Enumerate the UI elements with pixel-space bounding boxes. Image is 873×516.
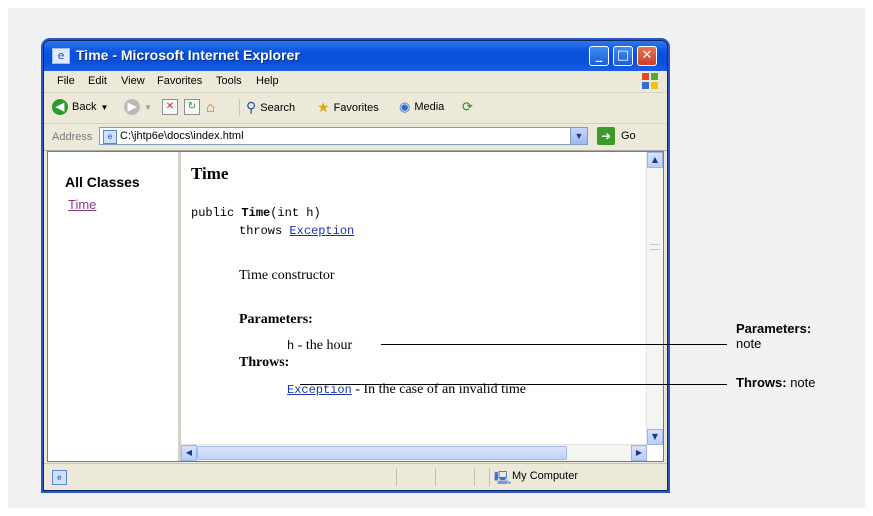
- horizontal-scroll-thumb[interactable]: [197, 446, 567, 460]
- search-label: Search: [260, 101, 296, 114]
- menu-bar: File Edit View Favorites Tools Help: [44, 71, 667, 93]
- media-icon: ◉: [399, 99, 411, 114]
- menu-favorites[interactable]: Favorites: [157, 75, 202, 87]
- menu-tools[interactable]: Tools: [216, 75, 242, 87]
- menu-file[interactable]: File: [57, 75, 75, 87]
- home-icon: ⌂: [206, 99, 216, 116]
- back-button[interactable]: ◀ Back ▼: [52, 99, 108, 115]
- favorites-button[interactable]: ★ Favorites: [317, 99, 379, 116]
- history-icon: ⟳: [462, 99, 473, 114]
- forward-arrow-icon: ▶: [124, 99, 140, 115]
- throws-callout-text: note: [790, 375, 816, 390]
- throws-label: Throws:: [239, 355, 290, 370]
- status-segment: [435, 468, 474, 486]
- maximize-button[interactable]: □: [613, 46, 633, 66]
- history-button[interactable]: ⟳: [462, 99, 473, 115]
- parameters-callout-title: Parameters:: [736, 321, 812, 336]
- throws-entry: Exception - In the case of an invalid ti…: [287, 378, 526, 398]
- status-segment: [474, 468, 489, 486]
- exception-link[interactable]: Exception: [287, 383, 352, 397]
- throws-callout-title: Throws:: [736, 375, 787, 390]
- scroll-thumb-grip[interactable]: [650, 244, 660, 250]
- search-button[interactable]: ⚲ Search: [239, 99, 295, 116]
- go-button[interactable]: ➜ Go: [597, 127, 636, 145]
- constructor-signature: public Time(int h): [191, 206, 321, 220]
- zone-label: My Computer: [512, 470, 579, 482]
- title-bar[interactable]: e Time - Microsoft Internet Explorer _ □…: [44, 41, 667, 71]
- throws-clause: throws Exception: [239, 224, 354, 238]
- scroll-left-icon[interactable]: ◀: [181, 445, 197, 461]
- ie-page-icon: e: [52, 48, 70, 64]
- window-title: Time - Microsoft Internet Explorer: [76, 47, 300, 63]
- browser-window: e Time - Microsoft Internet Explorer _ □…: [44, 41, 667, 490]
- exception-link-signature[interactable]: Exception: [289, 224, 354, 238]
- standard-toolbar: ◀ Back ▼ ▶ ▼ ✕ ↻ ⌂ ⚲ Search ★ Favorites …: [44, 93, 667, 124]
- go-arrow-icon: ➜: [597, 127, 615, 145]
- vertical-scrollbar[interactable]: ▲ ▼: [646, 152, 663, 445]
- address-value: C:\jhtp6e\docs\index.html: [120, 130, 244, 142]
- back-dropdown-icon[interactable]: ▼: [100, 103, 108, 112]
- address-bar: Address e C:\jhtp6e\docs\index.html ▼ ➜ …: [44, 124, 667, 151]
- throws-callout-line: [300, 384, 727, 385]
- left-frame: All Classes Time: [48, 152, 181, 461]
- home-button[interactable]: ⌂: [206, 99, 215, 116]
- scroll-up-icon[interactable]: ▲: [647, 152, 663, 168]
- page-status-icon: e: [52, 470, 67, 485]
- sig-modifier: public: [191, 206, 242, 220]
- refresh-button[interactable]: ↻: [184, 99, 200, 115]
- parameters-label: Parameters:: [239, 312, 313, 327]
- class-link-time[interactable]: Time: [68, 197, 96, 212]
- media-button[interactable]: ◉ Media: [399, 99, 444, 115]
- scroll-right-icon[interactable]: ▶: [631, 445, 647, 461]
- search-icon: ⚲: [246, 99, 257, 115]
- back-arrow-icon: ◀: [52, 99, 68, 115]
- sig-name: Time: [241, 206, 271, 220]
- right-frame: Time public Time(int h) throws Exception…: [181, 152, 663, 461]
- constructor-description: Time constructor: [239, 268, 335, 283]
- refresh-icon: ↻: [184, 99, 200, 115]
- page-content: All Classes Time Time public Time(int h)…: [47, 151, 664, 462]
- address-label: Address: [52, 131, 93, 143]
- sig-params: (int h): [270, 206, 321, 220]
- address-input[interactable]: e C:\jhtp6e\docs\index.html ▼: [99, 127, 588, 145]
- parameters-callout: Parameters: note: [736, 321, 811, 351]
- back-label: Back: [72, 101, 97, 113]
- minimize-button[interactable]: _: [589, 46, 609, 66]
- media-label: Media: [414, 101, 445, 113]
- parameters-callout-text: note: [736, 336, 762, 351]
- forward-dropdown-icon[interactable]: ▼: [144, 103, 152, 112]
- status-segment: [396, 468, 435, 486]
- param-description: - the hour: [294, 338, 353, 353]
- favorites-label: Favorites: [333, 101, 379, 114]
- param-entry: h - the hour: [287, 334, 352, 354]
- forward-button[interactable]: ▶ ▼: [124, 99, 152, 115]
- go-label: Go: [621, 130, 636, 142]
- throws-callout: Throws: note: [736, 375, 816, 390]
- my-computer-icon: 🖳: [494, 470, 512, 485]
- parameters-callout-line: [381, 344, 727, 345]
- favorites-star-icon: ★: [317, 99, 330, 115]
- windows-logo-icon: [642, 73, 659, 90]
- close-button[interactable]: ✕: [637, 46, 657, 66]
- menu-help[interactable]: Help: [256, 75, 279, 87]
- menu-view[interactable]: View: [121, 75, 145, 87]
- horizontal-scrollbar[interactable]: ◀ ▶: [181, 444, 647, 461]
- doc-heading: Time: [191, 164, 229, 183]
- address-dropdown-icon[interactable]: ▼: [570, 128, 587, 144]
- scroll-down-icon[interactable]: ▼: [647, 429, 663, 445]
- page-icon: e: [103, 130, 117, 144]
- zone-segment: 🖳 My Computer: [489, 468, 650, 486]
- all-classes-heading: All Classes: [65, 174, 140, 190]
- menu-edit[interactable]: Edit: [88, 75, 107, 87]
- stop-icon: ✕: [162, 99, 178, 115]
- status-bar: e 🖳 My Computer: [44, 463, 667, 490]
- throws-keyword: throws: [239, 224, 290, 238]
- stop-button[interactable]: ✕: [162, 99, 178, 115]
